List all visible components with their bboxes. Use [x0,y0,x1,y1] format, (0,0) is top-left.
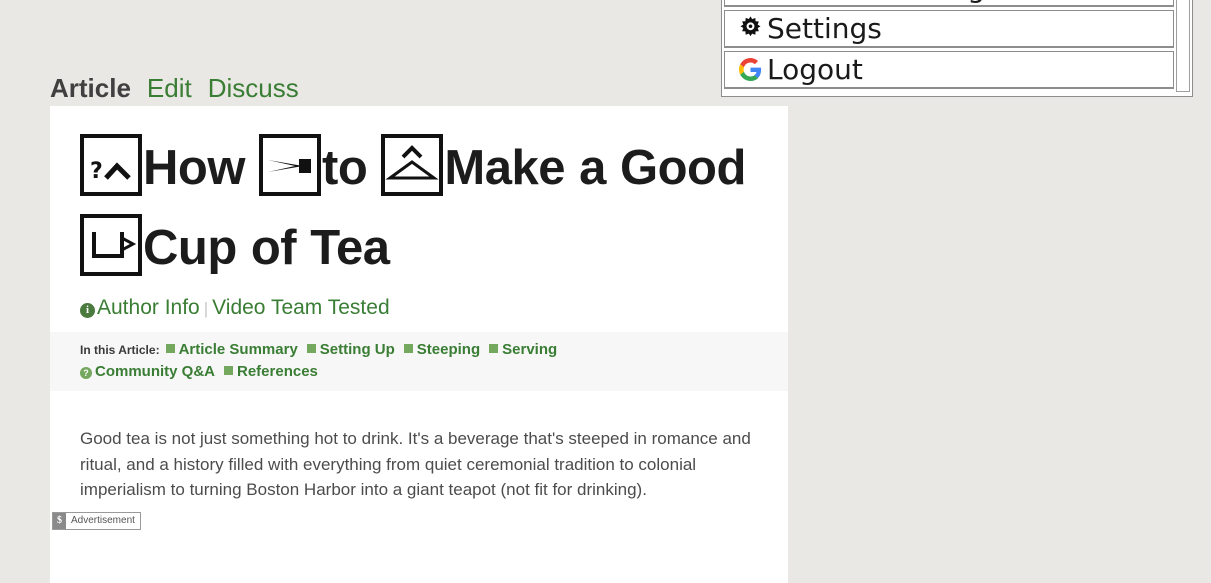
broken-image-icon-dart [259,134,322,196]
bullet-square-icon [306,344,316,353]
in-this-article-bar: In this Article: Article Summary Setting U… [50,332,788,391]
menu-item-label: Settings [767,11,882,45]
menu-item-label: Personalize Page [767,0,1002,3]
title-text-4: Cup of Tea [143,221,390,275]
intro-paragraph: Good tea is not just something hot to dr… [80,429,751,499]
menu-item-personalize-page[interactable]: Personalize Page [724,0,1174,7]
personalize-page-icon [733,0,767,3]
toc-item-steeping[interactable]: Steeping [403,341,481,358]
toc-item-label: Setting Up [319,341,395,358]
question-circle-icon: ? [80,367,92,379]
gear-icon [733,14,767,44]
title-text-3: Make a Good [444,141,746,195]
tab-edit[interactable]: Edit [147,73,192,103]
menu-item-logout[interactable]: Logout [724,51,1174,89]
broken-image-icon-teacup [80,214,142,276]
author-info-link[interactable]: Author Info [97,296,200,319]
bullet-square-icon [224,366,233,375]
google-g-icon [733,55,767,85]
svg-text:?: ? [90,159,102,184]
in-this-article-label: In this Article: [80,343,160,357]
article-tabbar: Article Edit Discuss [50,70,299,106]
bullet-square-icon [489,344,499,353]
menu-item-label: Logout [767,52,863,86]
toc-item-serving[interactable]: Serving [489,341,557,358]
bullet-square-icon [165,344,175,353]
broken-image-icon-question-mountain: ? [80,134,142,196]
menu-scrollbar[interactable] [1176,0,1190,92]
toc-item-references[interactable]: References [224,363,318,380]
byline-separator: | [203,299,209,318]
toc-item-community-qa[interactable]: ? Community Q&A [80,363,215,380]
video-team-tested-link[interactable]: Video Team Tested [212,296,389,319]
bullet-square-icon [403,344,413,353]
toc-item-label: Steeping [416,341,481,358]
toc-item-article-summary[interactable]: Article Summary [165,341,298,358]
advertisement-badge[interactable]: $ Advertisement [52,512,141,530]
toc-item-label: Article Summary [178,341,298,358]
menu-item-settings[interactable]: Settings [724,10,1174,48]
byline: i Author Info | Video Team Tested [50,288,788,323]
user-dropdown-menu: Personalize Page Settings [721,0,1193,97]
page-root: Article Edit Discuss ? How to Make a Goo… [0,0,1211,583]
tab-article[interactable]: Article [50,73,131,103]
page-title: ? How to Make a Good Cup of Tea [50,106,788,288]
toc-item-label: References [237,363,318,380]
info-icon: i [80,303,95,318]
dollar-sign-icon: $ [53,513,66,529]
broken-image-icon-chevron-mountain [381,134,444,196]
article-card: ? How to Make a Good Cup of Tea i Author… [50,106,788,583]
title-text-2: to [322,141,382,195]
toc-item-label: Community Q&A [95,363,215,380]
advertisement-label: Advertisement [71,515,135,526]
toc-item-setting-up[interactable]: Setting Up [306,341,395,358]
title-text-1: How [143,141,260,195]
tab-discuss[interactable]: Discuss [208,73,299,103]
toc-item-label: Serving [502,341,558,358]
